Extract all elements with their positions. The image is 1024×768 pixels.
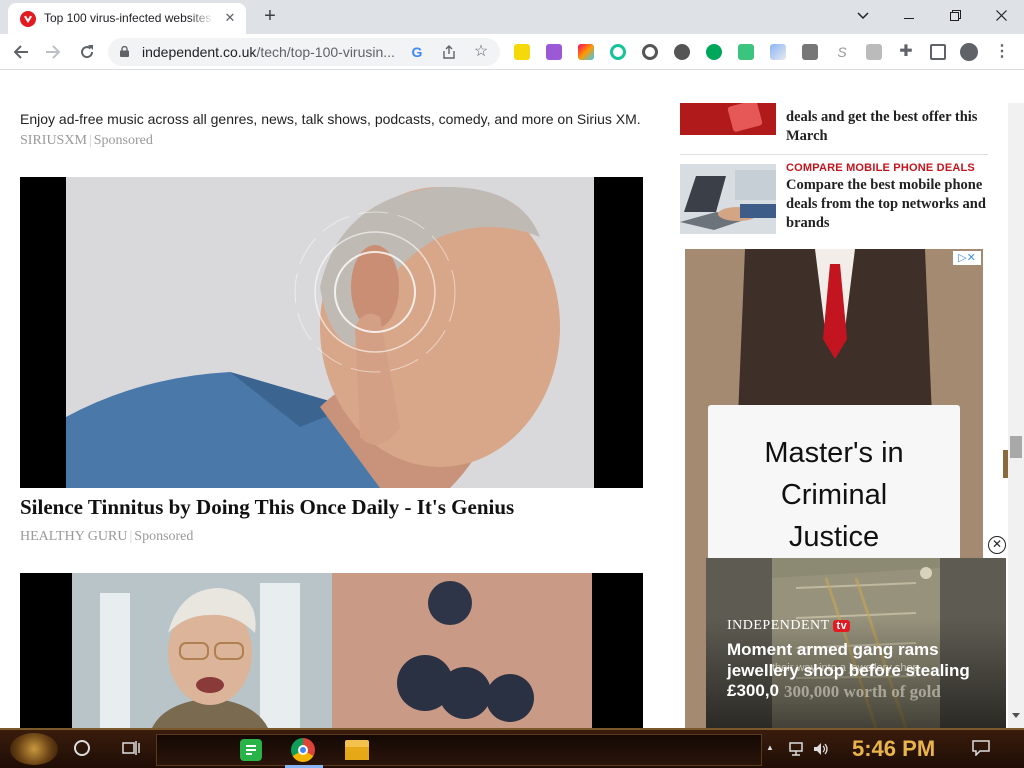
bookmark-star-icon[interactable]: ☆ (472, 43, 490, 61)
sidebar-item1-text[interactable]: deals and get the best offer this March (786, 108, 986, 146)
browser-tab[interactable]: Top 100 virus-infected websites ✕ (8, 3, 246, 34)
notes-app-icon[interactable] (240, 739, 262, 761)
start-button-icon[interactable] (10, 733, 58, 765)
windows-taskbar: ▲ 5:46 PM (0, 728, 1024, 768)
ad-line-1: Master's in (764, 437, 904, 469)
search-circle-icon[interactable] (74, 740, 90, 756)
minimize-button[interactable] (889, 4, 929, 28)
ad-line-2: Criminal (780, 479, 888, 511)
scroll-down-arrow[interactable] (1012, 713, 1020, 718)
page-content: Enjoy ad-free music across all genres, n… (0, 103, 1008, 728)
google-lens-icon[interactable]: G (408, 43, 426, 61)
sidebar-item2-text[interactable]: Compare the best mobile phone deals from… (786, 176, 986, 233)
video-brand: INDEPENDENT tv (727, 618, 851, 634)
adchoices-icon[interactable]: ▷✕ (953, 251, 981, 265)
extension-circle-icon[interactable] (642, 44, 658, 60)
share-icon[interactable] (440, 43, 458, 61)
url-path: /tech/top-100-virusin... (256, 44, 395, 60)
extension-grey-icon[interactable] (866, 44, 882, 60)
extension-s-icon[interactable]: S (834, 44, 850, 60)
tinnitus-ad-image[interactable] (20, 177, 643, 488)
video-headline: Moment armed gang rams jewellery shop be… (727, 640, 970, 700)
extension-image-icon[interactable] (770, 44, 786, 60)
extension-chat-icon[interactable] (674, 44, 690, 60)
sidebar-item1-thumbnail[interactable] (680, 103, 776, 135)
browser-toolbar: independent.co.uk/tech/top-100-virusin..… (0, 34, 1024, 70)
page-scrollbar[interactable] (1008, 103, 1024, 728)
tinnitus-source: HEALTHY GURU | Sponsored (20, 529, 194, 544)
file-explorer-icon[interactable] (345, 740, 369, 760)
extension-tower-icon[interactable] (802, 44, 818, 60)
independent-favicon-icon (20, 11, 36, 27)
address-bar[interactable]: independent.co.uk/tech/top-100-virusin..… (108, 38, 500, 66)
hearing-aid-ad-photo (72, 573, 592, 728)
video-close-icon[interactable]: ✕ (988, 536, 1006, 554)
video-brand-tv: tv (833, 620, 851, 632)
tinnitus-source-name[interactable]: HEALTHY GURU (20, 529, 127, 544)
tinnitus-sponsored-label: Sponsored (134, 529, 194, 544)
tab-title: Top 100 virus-infected websites (44, 11, 212, 25)
laptop-photo (680, 164, 776, 234)
sidebar-divider (680, 154, 988, 155)
lock-icon (120, 46, 129, 57)
extensions-puzzle-icon[interactable]: ✚ (898, 44, 914, 60)
side-panel-icon[interactable] (930, 44, 946, 60)
sirius-promo-source: SIRIUSXM | Sponsored (20, 133, 153, 148)
ad-line-3: Justice (788, 521, 880, 553)
restore-button[interactable] (935, 4, 975, 28)
grammarly-icon[interactable] (610, 44, 626, 60)
close-window-button[interactable] (981, 4, 1021, 28)
sidebar-phone-graphic (727, 103, 763, 132)
extension-green-icon[interactable] (738, 44, 754, 60)
sirius-promo-text[interactable]: Enjoy ad-free music across all genres, n… (20, 111, 641, 127)
tab-strip: Top 100 virus-infected websites ✕ + (0, 0, 1024, 34)
url-domain: independent.co.uk (142, 44, 257, 60)
scrollbar-thumb[interactable] (1010, 436, 1022, 458)
extension-sticky-icon[interactable] (514, 44, 530, 60)
reload-button[interactable] (74, 39, 100, 65)
url-text: independent.co.uk/tech/top-100-virusin..… (142, 44, 395, 60)
extension-colorful-icon[interactable] (578, 44, 594, 60)
extension-purple-icon[interactable] (546, 44, 562, 60)
taskbar-clock[interactable]: 5:46 PM (852, 736, 935, 762)
tray-overflow-icon[interactable]: ▲ (766, 744, 774, 752)
forward-button[interactable] (40, 39, 66, 65)
sidebar-item2-category[interactable]: COMPARE MOBILE PHONE DEALS (786, 162, 975, 174)
sirius-sponsored-label: Sponsored (93, 133, 153, 148)
tab-search-icon[interactable] (843, 4, 883, 28)
volume-icon[interactable] (812, 741, 830, 757)
notifications-icon[interactable] (972, 740, 990, 757)
tab-close-icon[interactable]: ✕ (222, 10, 238, 26)
sirius-source-name[interactable]: SIRIUSXM (20, 133, 87, 148)
hearing-aid-ad-image[interactable] (20, 573, 643, 728)
task-view-icon[interactable] (122, 740, 140, 756)
network-icon[interactable] (788, 741, 806, 757)
tinnitus-ad-photo (66, 177, 594, 488)
menu-kebab-icon[interactable]: ⋮ (994, 44, 1010, 60)
profile-avatar-icon[interactable] (960, 43, 978, 61)
back-button[interactable] (8, 39, 34, 65)
extension-meet-icon[interactable] (706, 44, 722, 60)
new-tab-button[interactable]: + (258, 6, 282, 28)
floating-video-player[interactable]: INDEPENDENT tv their way into a jeweller… (706, 558, 1006, 728)
sidebar-item2-thumbnail[interactable] (680, 164, 776, 234)
chrome-app-icon[interactable] (291, 738, 315, 762)
tinnitus-headline[interactable]: Silence Tinnitus by Doing This Once Dail… (20, 495, 514, 520)
video-brand-name: INDEPENDENT (727, 618, 830, 633)
